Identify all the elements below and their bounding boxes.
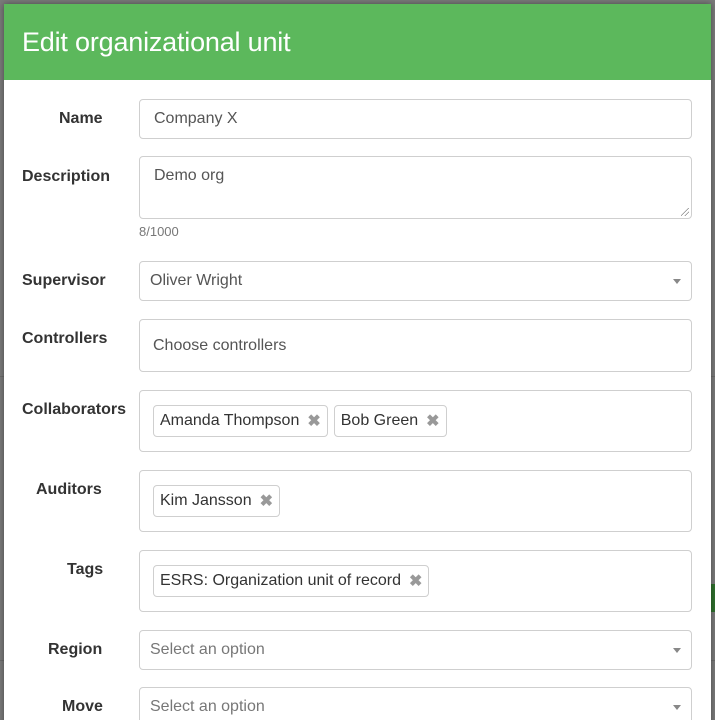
remove-icon[interactable]: ✖ — [426, 411, 439, 431]
dialog-header: Edit organizational unit — [4, 4, 711, 80]
chevron-down-icon — [673, 705, 681, 710]
name-label: Name — [59, 110, 103, 127]
remove-icon[interactable]: ✖ — [307, 411, 320, 431]
edit-org-unit-dialog: Edit organizational unit Name Company X … — [4, 4, 711, 720]
auditor-tag: Kim Jansson ✖ — [153, 485, 280, 517]
region-select[interactable]: Select an option — [139, 630, 692, 670]
tag-chip-label: ESRS: Organization unit of record — [160, 572, 402, 589]
controllers-multiselect[interactable]: Choose controllers — [139, 319, 692, 372]
description-char-counter: 8/1000 — [139, 224, 179, 239]
collaborator-tag: Amanda Thompson ✖ — [153, 405, 328, 437]
auditors-label: Auditors — [36, 481, 102, 498]
tags-multiselect[interactable]: ESRS: Organization unit of record ✖ — [139, 550, 692, 612]
chevron-down-icon — [673, 279, 681, 284]
collaborators-multiselect[interactable]: Amanda Thompson ✖ Bob Green ✖ — [139, 390, 692, 452]
chevron-down-icon — [673, 648, 681, 653]
collaborator-tag-label: Amanda Thompson — [160, 412, 300, 429]
collaborators-label: Collaborators — [22, 401, 127, 418]
tags-label: Tags — [67, 561, 104, 578]
name-input[interactable]: Company X — [139, 99, 692, 139]
auditor-tag-label: Kim Jansson — [160, 492, 252, 509]
supervisor-value: Oliver Wright — [150, 272, 243, 289]
dialog-title: Edit organizational unit — [22, 26, 291, 57]
auditors-multiselect[interactable]: Kim Jansson ✖ — [139, 470, 692, 532]
resize-handle-icon[interactable] — [681, 208, 689, 216]
region-label: Region — [48, 641, 103, 658]
controllers-label: Controllers — [22, 330, 108, 347]
description-label: Description — [22, 168, 111, 185]
move-select[interactable]: Select an option — [139, 687, 692, 720]
collaborator-tag: Bob Green ✖ — [333, 405, 447, 437]
region-placeholder: Select an option — [150, 641, 265, 658]
move-placeholder: Select an option — [150, 698, 265, 715]
remove-icon[interactable]: ✖ — [260, 491, 273, 511]
collaborator-tag-label: Bob Green — [340, 412, 419, 429]
description-value: Demo org — [154, 167, 225, 184]
description-textarea[interactable]: Demo org — [139, 156, 692, 219]
supervisor-select[interactable]: Oliver Wright — [139, 261, 692, 301]
tag-chip: ESRS: Organization unit of record ✖ — [153, 565, 430, 597]
remove-icon[interactable]: ✖ — [409, 571, 422, 591]
supervisor-label: Supervisor — [22, 272, 106, 289]
name-value: Company X — [154, 110, 238, 127]
controllers-placeholder: Choose controllers — [153, 336, 287, 354]
move-label: Move — [62, 698, 103, 715]
